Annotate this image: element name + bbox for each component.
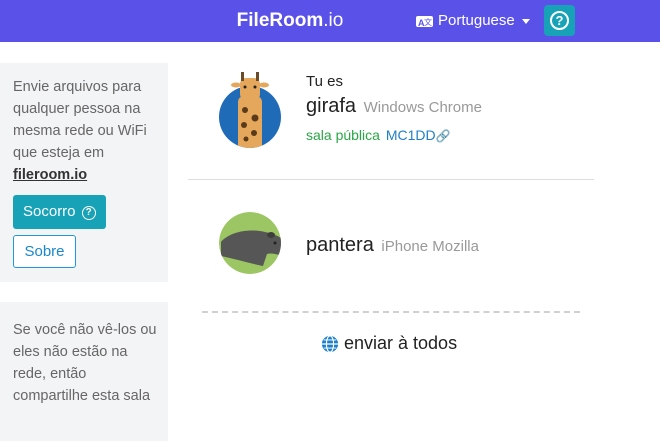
peer-device-name: iPhone Mozilla — [381, 238, 479, 255]
send-to-all-label: enviar à todos — [344, 333, 458, 353]
translate-icon — [416, 13, 433, 33]
my-device-name: Windows Chrome — [363, 99, 482, 116]
panther-icon — [219, 212, 281, 274]
globe-icon — [321, 334, 339, 353]
site-link[interactable]: fileroom.io — [13, 167, 87, 183]
link-icon: 🔗 — [435, 129, 451, 143]
caret-down-icon — [521, 18, 530, 24]
info-card: Envie arquivos para qualquer pessoa na m… — [0, 63, 168, 282]
question-icon: ? — [81, 206, 96, 220]
you-are-label: Tu es — [306, 73, 343, 90]
peer-name: pantera — [306, 234, 374, 256]
giraffe-icon — [219, 72, 281, 148]
language-label: Portuguese — [438, 12, 515, 29]
info-text: Envie arquivos para qualquer pessoa na m… — [13, 76, 158, 186]
socorro-label: Socorro — [23, 203, 76, 220]
my-name: girafa — [306, 95, 357, 117]
socorro-button[interactable]: Socorro ? — [13, 195, 106, 229]
share-card: Se você não vê-los ou eles não estão na … — [0, 302, 168, 441]
brand-domain: .io — [323, 10, 344, 31]
language-selector[interactable]: Portuguese — [416, 11, 530, 33]
my-device-info: Tu es girafa Windows Chrome sala pública… — [306, 72, 482, 147]
top-navbar: FileRoom.io Portuguese ? — [0, 0, 660, 42]
about-button[interactable]: Sobre — [13, 235, 76, 268]
help-button[interactable]: ? — [544, 5, 575, 36]
dashed-divider — [202, 311, 580, 313]
share-text: Se você não vê-los ou eles não estão na … — [13, 322, 157, 404]
question-icon: ? — [550, 11, 569, 30]
divider — [188, 179, 594, 180]
info-description: Envie arquivos para qualquer pessoa na m… — [13, 79, 147, 161]
room-code-link[interactable]: MC1DD🔗 — [386, 127, 451, 143]
public-room-label: sala pública — [306, 127, 380, 143]
peer-info: pantera iPhone Mozilla — [306, 231, 479, 261]
brand-name: FileRoom — [236, 10, 324, 31]
room-code: MC1DD — [385, 127, 436, 143]
send-to-all-button[interactable]: enviar à todos — [321, 333, 457, 354]
